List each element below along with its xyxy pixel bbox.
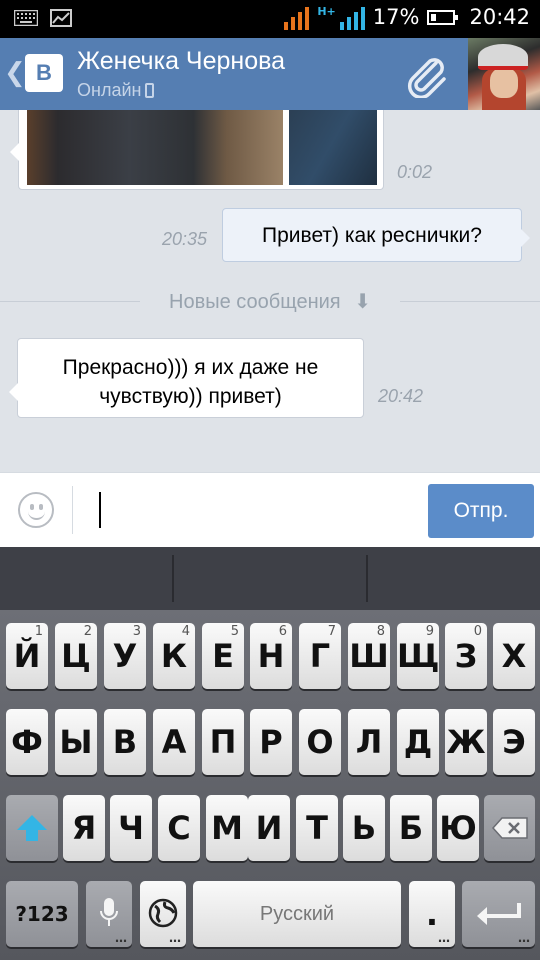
key-row1[interactable]: Е5	[202, 623, 244, 689]
attach-paperclip-icon[interactable]	[403, 52, 449, 98]
message-time: 20:35	[162, 229, 208, 249]
key-row1[interactable]: Н6	[250, 623, 292, 689]
clock: 20:42	[469, 5, 530, 29]
send-button[interactable]: Отпр.	[428, 484, 534, 538]
key-row2[interactable]: Э	[493, 709, 535, 775]
message-list[interactable]: 0:02 20:35 Привет) как реснички? Новые с…	[0, 110, 540, 472]
signal-strength-icon	[284, 4, 310, 30]
key-row2[interactable]: Д	[397, 709, 439, 775]
globe-icon	[148, 898, 178, 928]
status-bar: H+ 17% 20:42	[0, 0, 540, 38]
space-key[interactable]: Русский	[193, 881, 401, 947]
key-row2[interactable]: Ж	[445, 709, 487, 775]
key-row1[interactable]: У3	[104, 623, 146, 689]
shift-arrow-icon	[17, 815, 47, 841]
more-dots-icon: …	[169, 931, 181, 945]
data-signal-icon	[339, 4, 365, 30]
emoji-smile-icon[interactable]	[18, 492, 54, 528]
key-row3[interactable]: И	[248, 795, 290, 861]
numbers-key[interactable]: ?123	[6, 881, 78, 947]
message-composer: Отпр.	[0, 472, 540, 547]
enter-return-icon	[476, 903, 521, 925]
outgoing-message-bubble[interactable]: Привет) как реснички?	[222, 208, 530, 262]
key-row2[interactable]: Ы	[55, 709, 97, 775]
text-cursor	[99, 492, 101, 528]
key-row3[interactable]: Я	[63, 795, 105, 861]
key-row2[interactable]: В	[104, 709, 146, 775]
key-row3[interactable]: Ч	[110, 795, 152, 861]
key-row1[interactable]: Х	[493, 623, 535, 689]
mobile-phone-icon	[145, 83, 155, 98]
backspace-key[interactable]	[484, 795, 535, 861]
arrow-down-icon: ⬇	[350, 291, 375, 313]
key-row3[interactable]: Ю	[437, 795, 479, 861]
period-label: .	[425, 895, 439, 933]
period-key[interactable]: . …	[409, 881, 455, 947]
key-row2[interactable]: Ф	[6, 709, 48, 775]
key-row2[interactable]: А	[153, 709, 195, 775]
key-row1[interactable]: К4	[153, 623, 195, 689]
key-row3[interactable]: М	[206, 795, 248, 861]
keyboard-keys: Й1 Ц2 У3 К4 Е5 Н6 Г7 Ш8 Щ9 З0 Х Ф Ы В А …	[0, 610, 540, 960]
contact-name: Женечка Чернова	[77, 47, 286, 75]
incoming-message-bubble[interactable]: Прекрасно))) я их даже не чувствую)) при…	[9, 338, 364, 418]
network-type-label: H+	[317, 4, 336, 18]
key-row1[interactable]: Й1	[6, 623, 48, 689]
suggestion-strip[interactable]	[0, 547, 540, 610]
key-row2[interactable]: Р	[250, 709, 292, 775]
key-row1[interactable]: Г7	[299, 623, 341, 689]
battery-icon	[427, 9, 459, 25]
message-text: Привет) как реснички?	[262, 224, 482, 247]
contact-avatar[interactable]	[468, 38, 540, 110]
attached-photo[interactable]	[289, 110, 377, 185]
attached-photo[interactable]	[27, 110, 283, 185]
online-status-label: Онлайн	[77, 80, 142, 100]
chat-header: ❮ B Женечка Чернова Онлайн	[0, 38, 540, 110]
shift-key[interactable]	[6, 795, 58, 861]
key-row1[interactable]: Ц2	[55, 623, 97, 689]
key-row3[interactable]: Т	[296, 795, 338, 861]
contact-status: Онлайн	[77, 80, 155, 101]
message-time: 20:42	[378, 386, 424, 406]
new-messages-label: Новые сообщения	[165, 291, 345, 313]
key-row3[interactable]: Б	[390, 795, 432, 861]
microphone-icon	[100, 898, 118, 926]
gallery-notification-icon	[50, 9, 72, 27]
key-row3[interactable]: Ь	[343, 795, 385, 861]
more-dots-icon: …	[115, 931, 127, 945]
message-time: 0:02	[397, 162, 433, 182]
key-row2[interactable]: О	[299, 709, 341, 775]
enter-key[interactable]: …	[462, 881, 535, 947]
key-row3[interactable]: С	[158, 795, 200, 861]
photo-message-bubble[interactable]	[10, 110, 384, 190]
key-row1[interactable]: Ш8	[348, 623, 390, 689]
soft-keyboard: Й1 Ц2 У3 К4 Е5 Н6 Г7 Ш8 Щ9 З0 Х Ф Ы В А …	[0, 547, 540, 960]
composer-divider	[72, 486, 73, 534]
keyboard-notification-icon	[14, 10, 38, 26]
vk-logo-icon[interactable]: B	[25, 54, 63, 92]
more-dots-icon: …	[438, 931, 450, 945]
back-chevron-icon[interactable]: ❮	[4, 58, 26, 88]
language-switch-key[interactable]: …	[140, 881, 186, 947]
message-input[interactable]	[88, 485, 408, 535]
key-row1[interactable]: З0	[445, 623, 487, 689]
backspace-icon	[491, 817, 528, 839]
key-row2[interactable]: П	[202, 709, 244, 775]
key-row2[interactable]: Л	[348, 709, 390, 775]
key-row1[interactable]: Щ9	[397, 623, 439, 689]
more-dots-icon: …	[518, 931, 530, 945]
message-text-line: чувствую)) привет)	[99, 385, 282, 408]
new-messages-divider: Новые сообщения ⬇	[0, 289, 540, 314]
message-text-line: Прекрасно))) я их даже не	[62, 356, 319, 379]
voice-input-key[interactable]: …	[86, 881, 132, 947]
battery-percent: 17%	[372, 5, 420, 29]
